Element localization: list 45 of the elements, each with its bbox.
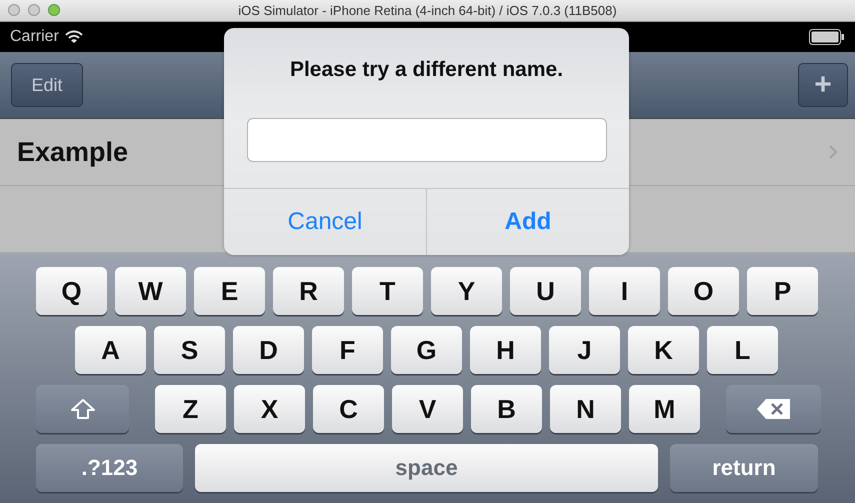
letter-key[interactable]: U bbox=[510, 267, 581, 315]
letter-key[interactable]: W bbox=[115, 267, 186, 315]
letter-key[interactable]: T bbox=[352, 267, 423, 315]
letter-key[interactable]: A bbox=[75, 326, 146, 374]
letter-key[interactable]: F bbox=[312, 326, 383, 374]
letter-key[interactable]: J bbox=[549, 326, 620, 374]
name-input-field[interactable] bbox=[246, 118, 606, 162]
letter-key[interactable]: D bbox=[233, 326, 304, 374]
letter-key[interactable]: I bbox=[589, 267, 660, 315]
letter-key[interactable]: Y bbox=[431, 267, 502, 315]
letter-key[interactable]: H bbox=[470, 326, 541, 374]
zoom-icon[interactable] bbox=[48, 4, 60, 16]
window-title: iOS Simulator - iPhone Retina (4-inch 64-bit) / iOS 7.0.3 (11B508) bbox=[238, 3, 617, 18]
letter-key[interactable]: Q bbox=[36, 267, 107, 315]
close-icon[interactable] bbox=[8, 4, 20, 16]
letter-key[interactable]: E bbox=[194, 267, 265, 315]
letter-key[interactable]: O bbox=[668, 267, 739, 315]
letter-key[interactable]: M bbox=[629, 385, 700, 433]
shift-key[interactable] bbox=[36, 385, 129, 433]
letter-key[interactable]: P bbox=[747, 267, 818, 315]
delete-key[interactable] bbox=[726, 385, 821, 433]
alert-title: Please try a different name. bbox=[290, 58, 564, 82]
return-key[interactable]: return bbox=[670, 444, 818, 492]
letter-key[interactable]: K bbox=[628, 326, 699, 374]
letter-key[interactable]: L bbox=[707, 326, 778, 374]
wifi-icon bbox=[64, 30, 83, 44]
space-key[interactable]: space bbox=[195, 444, 658, 492]
letter-key[interactable]: X bbox=[234, 385, 305, 433]
letter-key[interactable]: Z bbox=[155, 385, 226, 433]
letter-key[interactable]: B bbox=[471, 385, 542, 433]
letter-key[interactable]: C bbox=[313, 385, 384, 433]
battery-icon bbox=[809, 29, 845, 45]
letter-key[interactable]: V bbox=[392, 385, 463, 433]
add-button[interactable]: + bbox=[798, 63, 848, 107]
shift-arrow-icon bbox=[70, 398, 96, 420]
row-label: Example bbox=[17, 136, 128, 168]
edit-button[interactable]: Edit bbox=[11, 63, 83, 107]
letter-key[interactable]: N bbox=[550, 385, 621, 433]
letter-key[interactable]: S bbox=[154, 326, 225, 374]
minimize-icon[interactable] bbox=[28, 4, 40, 16]
letter-key[interactable]: G bbox=[391, 326, 462, 374]
backspace-icon bbox=[756, 398, 792, 420]
letter-key[interactable]: R bbox=[273, 267, 344, 315]
carrier-label: Carrier bbox=[10, 28, 59, 46]
numbers-key[interactable]: .?123 bbox=[36, 444, 183, 492]
